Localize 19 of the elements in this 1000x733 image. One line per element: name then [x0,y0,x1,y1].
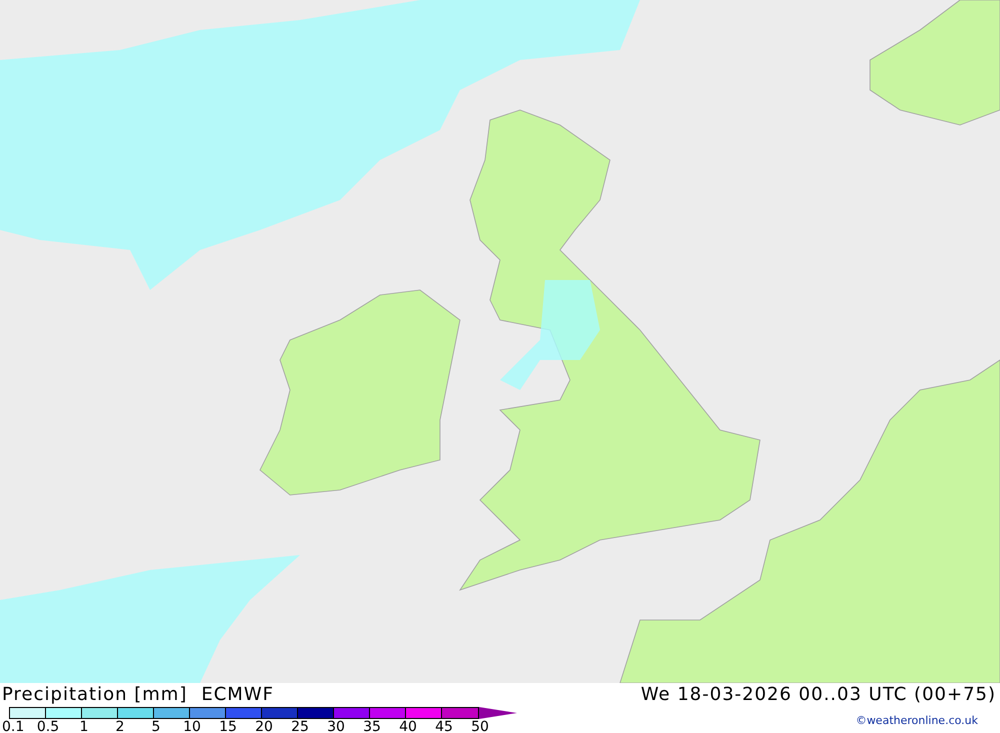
scale-label: 30 [326,720,346,733]
scale-label: 2 [114,720,126,733]
scale-label: 50 [470,720,490,733]
credit-link[interactable]: ©weatheronline.co.uk [856,714,978,726]
scale-label: 1 [78,720,90,733]
valid-time: We 18-03-2026 00..03 UTC (00+75) [640,684,996,705]
scale-arrow-icon [479,707,517,719]
scale-label: 0.5 [36,720,60,733]
map-title: Precipitation [mm] [2,684,188,705]
scale-label: 0.1 [1,720,26,733]
scale-label: 45 [434,720,454,733]
model-name: ECMWF [201,684,274,705]
scale-label: 40 [398,720,418,733]
scale-label: 35 [362,720,382,733]
scale-label: 25 [290,720,310,733]
scale-label: 10 [182,720,202,733]
scale-label: 20 [254,720,274,733]
scale-label: 15 [218,720,238,733]
scale-label: 5 [150,720,162,733]
